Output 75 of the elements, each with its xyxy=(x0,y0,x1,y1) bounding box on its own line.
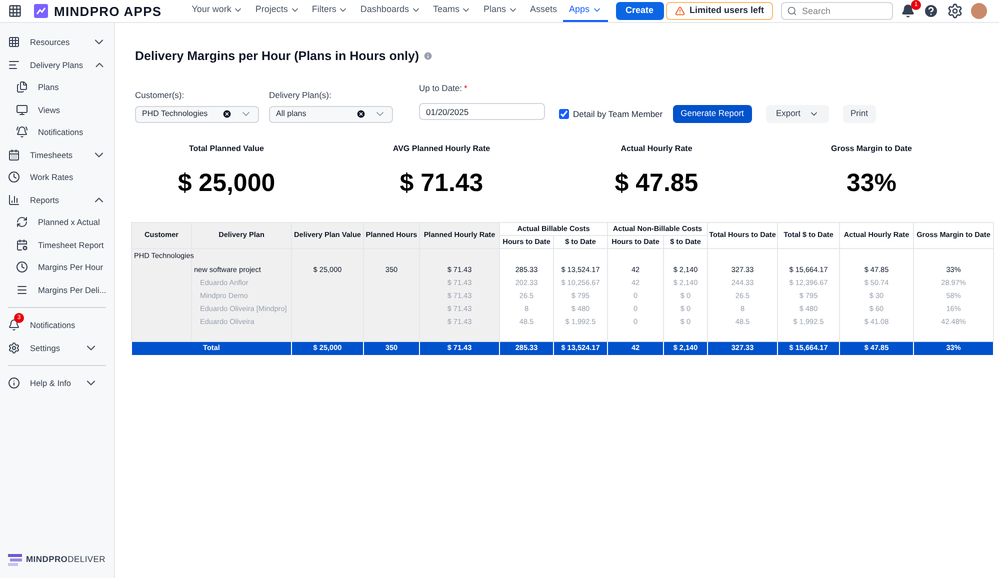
sidebar-icon xyxy=(8,148,20,161)
sidebar-item[interactable]: Reports xyxy=(0,188,114,211)
kpi-label: Gross Margin to Date xyxy=(831,142,912,154)
sidebar-item[interactable]: Help & Info xyxy=(8,372,106,394)
plan-select[interactable]: All plans xyxy=(269,106,393,122)
nav-tab[interactable]: Projects xyxy=(249,0,306,22)
sidebar-item[interactable]: Margins Per Hour xyxy=(0,256,114,278)
avatar[interactable] xyxy=(971,3,987,19)
logo-icon xyxy=(34,4,48,18)
nav-tab[interactable]: Plans xyxy=(477,0,524,22)
nav-tab[interactable]: Filters xyxy=(306,0,354,22)
kpi-value: $ 71.43 xyxy=(400,168,484,198)
sidebar-item[interactable]: Views xyxy=(0,98,114,121)
sidebar-icon xyxy=(16,238,28,251)
clear-icon[interactable] xyxy=(222,109,232,119)
kpi-label: Actual Hourly Rate xyxy=(620,142,692,154)
create-button[interactable]: Create xyxy=(616,2,664,20)
nav-tab[interactable]: Your work xyxy=(186,0,250,22)
sidebar-item[interactable]: Timesheet Report xyxy=(0,234,114,256)
search-field[interactable]: Search xyxy=(781,2,893,20)
nav-tab[interactable]: Dashboards xyxy=(354,0,427,22)
kpi-value: $ 25,000 xyxy=(178,168,276,198)
kpi-value: 33% xyxy=(846,168,897,198)
sidebar-icon xyxy=(16,216,28,228)
export-button[interactable]: Export xyxy=(766,104,829,122)
sidebar-icon xyxy=(16,104,28,116)
field-label: Customer(s): xyxy=(135,88,186,102)
app-switcher-icon[interactable] xyxy=(8,4,22,18)
sidebar-icon xyxy=(16,284,28,296)
sidebar-icon xyxy=(8,342,20,354)
sidebar-icon xyxy=(16,126,28,138)
sidebar-item[interactable]: Delivery Plans xyxy=(0,54,114,76)
warning-button[interactable]: Limited users left xyxy=(666,2,773,20)
checkbox-label: Detail by Team Member xyxy=(573,108,663,120)
sidebar-icon xyxy=(8,58,20,71)
date-field[interactable]: 01/20/2025 xyxy=(419,103,545,120)
sidebar-item[interactable]: Margins Per Deli... xyxy=(0,278,114,301)
sidebar-item[interactable]: Plans xyxy=(0,76,114,98)
sidebar-item[interactable]: Notifications xyxy=(0,121,114,144)
sidebar-icon xyxy=(8,171,20,184)
nav-tab[interactable]: Apps xyxy=(563,0,608,22)
required-mark: * xyxy=(464,82,468,94)
kpi-label: Total Planned Value xyxy=(189,142,264,154)
logo-icon xyxy=(8,554,22,566)
sidebar-icon xyxy=(16,81,28,94)
sidebar-item[interactable]: Planned x Actual xyxy=(0,211,114,234)
sidebar-icon xyxy=(16,261,28,274)
detail-checkbox[interactable] xyxy=(559,109,569,120)
notifications-icon[interactable] xyxy=(901,4,915,18)
settings-icon[interactable] xyxy=(947,3,963,19)
customer-select[interactable]: PHD Technologies xyxy=(135,106,259,122)
sidebar-item[interactable]: Work Rates xyxy=(0,166,114,188)
kpi-value: $ 47.85 xyxy=(614,168,698,198)
sidebar-icon xyxy=(8,36,20,48)
help-icon[interactable] xyxy=(923,3,939,19)
field-label: Delivery Plan(s): xyxy=(269,88,332,102)
page-title: Delivery Margins per Hour (Plans in Hours only) xyxy=(135,48,420,65)
sidebar-item[interactable]: Timesheets xyxy=(0,144,114,166)
sidebar-item[interactable]: Settings xyxy=(8,336,106,359)
info-icon xyxy=(423,51,434,62)
app-logo-text: MINDPRO APPS xyxy=(54,4,162,18)
print-button[interactable]: Print xyxy=(842,104,876,122)
nav-tab[interactable]: Assets xyxy=(524,0,563,22)
sidebar-icon xyxy=(8,377,20,390)
sidebar-item[interactable]: Resources xyxy=(0,31,114,54)
product-logo-text: MINDPRODELIVER xyxy=(26,553,106,566)
field-label: Up to Date: xyxy=(419,82,462,94)
clear-icon[interactable] xyxy=(356,109,366,119)
generate-report-button[interactable]: Generate Report xyxy=(672,104,752,122)
sidebar-icon xyxy=(8,194,20,206)
nav-tab[interactable]: Teams xyxy=(426,0,478,22)
kpi-label: AVG Planned Hourly Rate xyxy=(392,142,490,154)
sidebar-icon xyxy=(8,319,20,332)
search-icon xyxy=(787,6,797,16)
warning-icon xyxy=(675,6,686,16)
